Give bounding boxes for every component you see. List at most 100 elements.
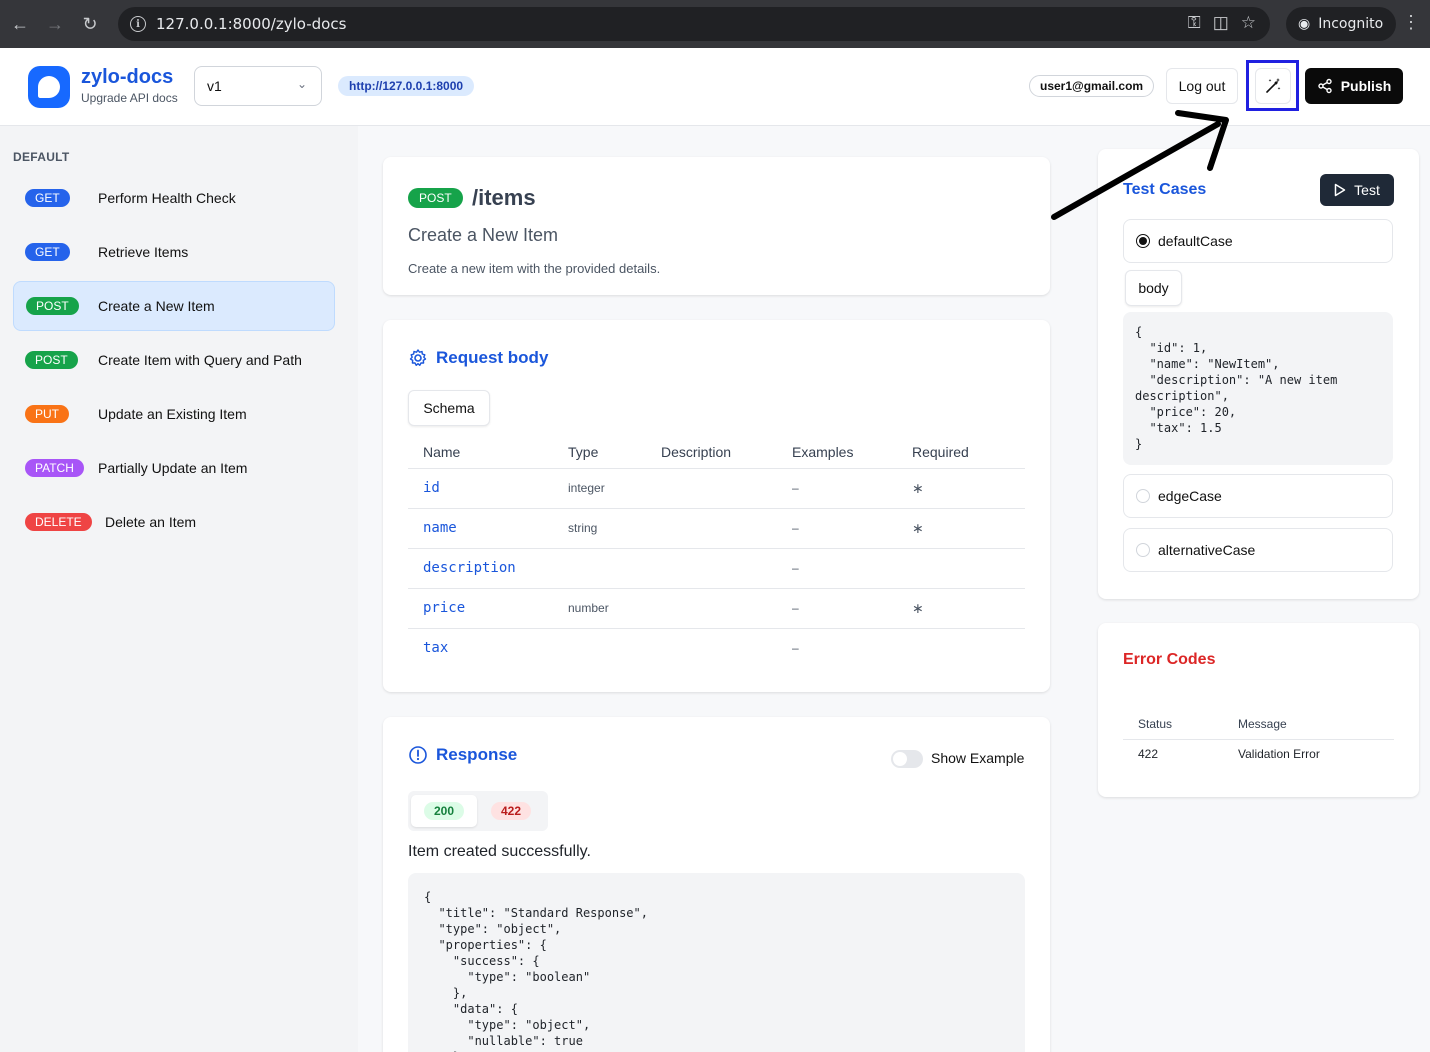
incognito-icon: ◉ (1298, 16, 1311, 32)
radio-checked-icon[interactable] (1136, 234, 1150, 248)
browser-menu-icon[interactable]: ⋮ (1402, 12, 1420, 33)
forward-icon[interactable]: → (37, 6, 73, 42)
error-codes-title: Error Codes (1123, 651, 1216, 668)
test-case-label: alternativeCase (1158, 542, 1256, 558)
test-case-alternative[interactable]: alternativeCase (1123, 528, 1393, 572)
table-row: id integer – ∗ (408, 468, 1025, 509)
magic-wand-button[interactable] (1254, 67, 1291, 104)
endpoint-description: Create a new item with the provided deta… (408, 261, 661, 276)
field-type: string (568, 508, 661, 549)
response-code-block: { "title": "Standard Response", "type": … (408, 873, 1025, 1052)
play-icon (1334, 183, 1346, 197)
incognito-profile-button[interactable]: ◉ Incognito (1286, 7, 1396, 41)
back-icon[interactable]: ← (2, 6, 38, 42)
request-body-card: Request body Schema Name Type Descriptio… (383, 320, 1050, 692)
sidebar-item-retrieve-items[interactable]: GET Retrieve Items (13, 227, 335, 277)
bookmark-star-icon[interactable]: ☆ (1241, 13, 1256, 33)
column-header-name: Name (408, 436, 568, 469)
sidebar-item-label: Create a New Item (98, 298, 215, 314)
logout-button[interactable]: Log out (1166, 68, 1238, 104)
sidebar-item-create-item-with-query-and-path[interactable]: POST Create Item with Query and Path (13, 335, 335, 385)
schema-header-row: Name Type Description Examples Required (408, 436, 1025, 469)
method-badge: GET (25, 243, 70, 261)
test-cases-title: Test Cases (1123, 181, 1207, 198)
sidebar-item-label: Update an Existing Item (98, 406, 247, 422)
field-required: ∗ (912, 468, 1025, 509)
test-case-code-block: { "id": 1, "name": "NewItem", "descripti… (1123, 312, 1393, 465)
radio-unchecked-icon[interactable] (1136, 489, 1150, 503)
field-name: description (423, 560, 516, 576)
tab-status-200[interactable]: 200 (411, 795, 477, 827)
response-title-label: Response (436, 745, 518, 764)
column-header-description: Description (661, 436, 792, 469)
tab-status-422[interactable]: 422 (478, 795, 544, 827)
table-row: description – (408, 548, 1025, 589)
brand-subtitle: Upgrade API docs (81, 91, 178, 105)
error-codes-table: Status Message 422 Validation Error (1123, 709, 1394, 769)
chevron-down-icon: ⌄ (296, 77, 307, 91)
version-select[interactable]: v1 ⌄ (194, 66, 322, 106)
reload-icon[interactable]: ↻ (72, 6, 108, 42)
app-header: zylo-docs Upgrade API docs v1 ⌄ http://1… (0, 48, 1430, 126)
schema-table: Name Type Description Examples Required … (408, 436, 1025, 668)
field-name: tax (423, 640, 449, 657)
info-circle-icon (409, 746, 427, 764)
response-title: Response (408, 745, 517, 765)
sidebar-item-create-a-new-item[interactable]: POST Create a New Item (13, 281, 335, 331)
status-chip-422: 422 (490, 802, 532, 820)
radio-unchecked-icon[interactable] (1136, 543, 1150, 557)
publish-button[interactable]: Publish (1305, 68, 1403, 104)
table-row: name string – ∗ (408, 508, 1025, 549)
sidebar-item-update-an-existing-item[interactable]: PUT Update an Existing Item (13, 389, 335, 439)
sidebar-item-perform-health-check[interactable]: GET Perform Health Check (13, 173, 335, 223)
site-info-icon[interactable]: i (130, 16, 146, 32)
sidebar-item-label: Retrieve Items (98, 244, 189, 260)
column-header-required: Required (912, 436, 1025, 469)
column-header-type: Type (568, 436, 661, 469)
address-url[interactable]: 127.0.0.1:8000/zylo-docs (156, 15, 346, 33)
method-badge: DELETE (25, 513, 92, 531)
field-description (661, 508, 792, 549)
address-bar[interactable]: i 127.0.0.1:8000/zylo-docs ⚿ ◫ ☆ (118, 7, 1270, 41)
test-case-edge[interactable]: edgeCase (1123, 474, 1393, 518)
error-header-row: Status Message (1123, 709, 1394, 740)
field-description (661, 468, 792, 509)
field-required: ∗ (912, 588, 1025, 629)
test-button-label: Test (1354, 182, 1380, 198)
table-row: price number – ∗ (408, 588, 1025, 629)
error-message: Validation Error (1238, 747, 1320, 762)
method-badge: POST (26, 297, 79, 315)
sidebar-item-delete-an-item[interactable]: DELETE Delete an Item (13, 497, 335, 547)
method-badge: PATCH (25, 459, 84, 477)
translate-icon[interactable]: ◫ (1213, 13, 1229, 33)
field-type: integer (568, 468, 661, 509)
column-header-status: Status (1123, 709, 1223, 740)
response-description: Item created successfully. (408, 843, 591, 860)
show-example-toggle[interactable] (891, 750, 923, 768)
field-type: number (568, 588, 661, 629)
share-icon (1318, 78, 1332, 94)
field-name: id (423, 480, 440, 496)
test-case-default[interactable]: defaultCase (1123, 219, 1393, 263)
table-row: tax – (408, 628, 1025, 668)
tab-body[interactable]: body (1125, 270, 1182, 306)
field-name: price (423, 600, 466, 616)
sidebar-item-partially-update-an-item[interactable]: PATCH Partially Update an Item (13, 443, 335, 493)
tab-schema[interactable]: Schema (408, 390, 490, 426)
field-type (568, 548, 661, 589)
field-examples: – (792, 468, 912, 509)
brand: zylo-docs Upgrade API docs (81, 66, 178, 105)
key-icon[interactable]: ⚿ (1188, 13, 1201, 33)
zylo-logo[interactable] (28, 66, 70, 108)
field-required (912, 628, 1025, 668)
error-status: 422 (1138, 747, 1159, 762)
error-codes-card: Error Codes Status Message 422 Validatio… (1098, 623, 1419, 797)
base-url-badge: http://127.0.0.1:8000 (338, 76, 475, 96)
endpoint-title: Create a New Item (408, 225, 559, 245)
field-examples: – (792, 641, 799, 656)
field-type (568, 628, 661, 668)
response-card: Response Show Example 200 422 Item creat… (383, 717, 1050, 1052)
endpoint-method-badge: POST (408, 188, 463, 208)
test-button[interactable]: Test (1320, 174, 1394, 206)
field-description (661, 628, 792, 668)
